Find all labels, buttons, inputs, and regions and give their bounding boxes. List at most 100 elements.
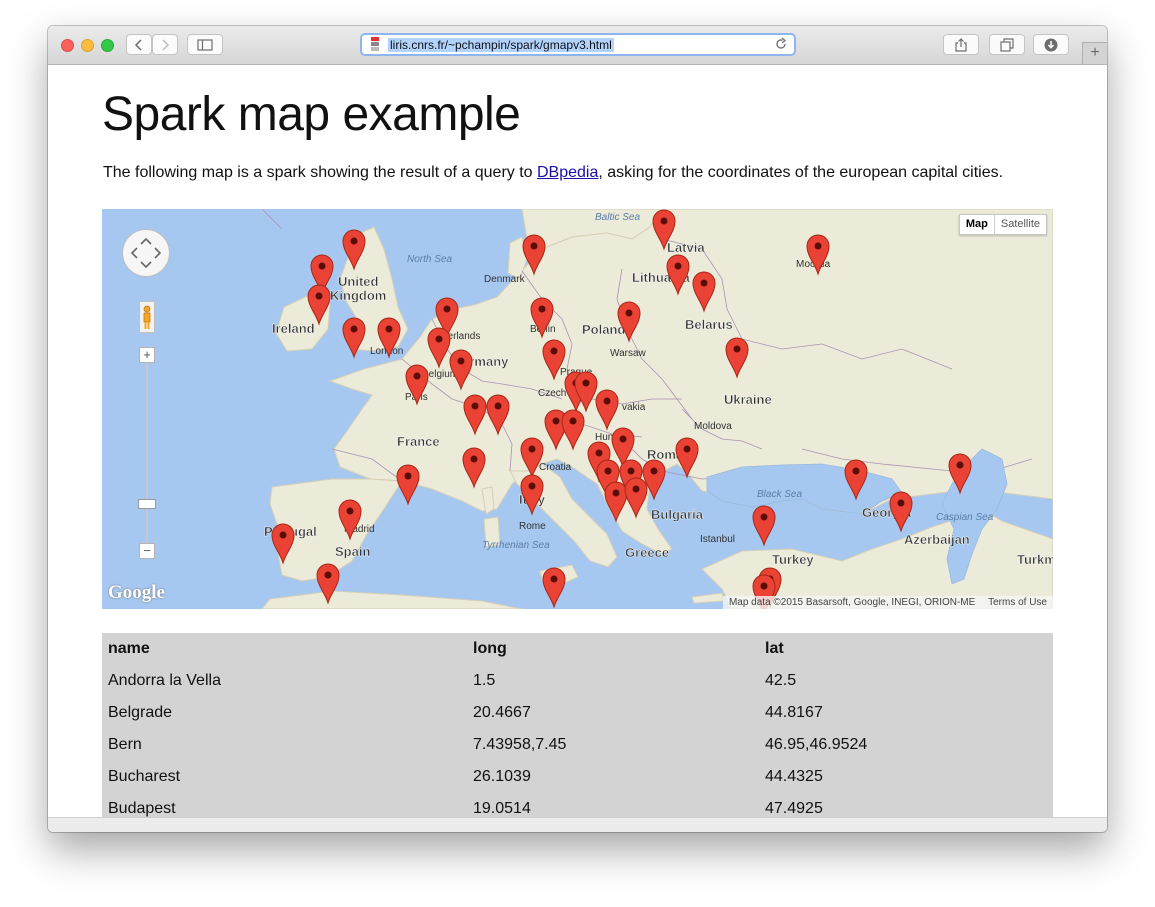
site-icon	[371, 37, 379, 51]
sidebar-toggle-button[interactable]	[187, 34, 223, 55]
street-view-pegman[interactable]	[139, 301, 155, 333]
browser-toolbar: liris.cnrs.fr/~pchampin/spark/gmapv3.htm…	[48, 26, 1107, 65]
map-label: France	[397, 434, 440, 449]
cell-long: 26.1039	[473, 768, 531, 785]
table-row: Budapest 19.0514 47.4925	[102, 793, 1053, 817]
cell-lat: 46.95,46.9524	[765, 736, 868, 753]
location-marker-icon[interactable]	[889, 491, 913, 533]
pegman-icon	[143, 305, 151, 329]
page-title: Spark map example	[102, 88, 521, 141]
horizontal-scrollbar[interactable]	[48, 817, 1107, 832]
table-header-row: name long lat	[102, 633, 1053, 665]
browser-window: liris.cnrs.fr/~pchampin/spark/gmapv3.htm…	[48, 26, 1107, 832]
pan-control[interactable]	[122, 229, 170, 277]
table-row: Bern 7.43958,7.45 46.95,46.9524	[102, 729, 1053, 761]
map-label: Turkey	[772, 552, 814, 567]
map-label: Kingdom	[330, 288, 386, 303]
share-button[interactable]	[943, 34, 979, 55]
url-text[interactable]: liris.cnrs.fr/~pchampin/spark/gmapv3.htm…	[388, 38, 614, 52]
zoom-window-button[interactable]	[101, 39, 114, 52]
map-label: Bulgaria	[651, 507, 704, 522]
share-icon	[955, 37, 967, 52]
reload-icon[interactable]	[774, 37, 788, 51]
map-label: Czech	[538, 388, 566, 399]
location-marker-icon[interactable]	[752, 505, 776, 547]
map-label: Baltic Sea	[595, 212, 640, 223]
chevron-left-icon	[134, 38, 142, 51]
google-logo: Google	[108, 582, 165, 603]
column-header-long: long	[473, 640, 507, 657]
map-view[interactable]: Baltic Sea Latvia North Sea Denmark Москва Li…	[102, 209, 1053, 609]
map-label: Ukraine	[724, 392, 772, 407]
chevron-right-icon	[162, 38, 170, 51]
intro-paragraph: The following map is a spark showing the…	[103, 164, 1003, 182]
download-icon	[1044, 38, 1058, 51]
dbpedia-link[interactable]: DBpedia	[537, 164, 598, 181]
pan-arrows-icon	[130, 237, 162, 269]
intro-text-after: , asking for the coordinates of the euro…	[598, 164, 1004, 181]
map-label: North Sea	[407, 254, 452, 265]
table-row: Bucharest 26.1039 44.4325	[102, 761, 1053, 793]
map-label: Azerbaijan	[904, 532, 970, 547]
close-window-button[interactable]	[61, 39, 74, 52]
zoom-track[interactable]	[146, 359, 148, 554]
map-label: Moldova	[694, 421, 732, 432]
map-label: vakia	[622, 402, 646, 413]
zoom-slider-handle[interactable]	[138, 499, 156, 509]
location-marker-icon[interactable]	[520, 474, 544, 516]
cell-name: Belgrade	[108, 704, 173, 721]
map-type-map-button[interactable]: Map	[960, 215, 995, 234]
intro-text-before: The following map is a spark showing the…	[103, 164, 537, 181]
column-header-lat: lat	[765, 640, 784, 657]
column-header-name: name	[108, 640, 150, 657]
cell-name: Bucharest	[108, 768, 181, 785]
map-label: Warsaw	[610, 348, 647, 359]
back-button[interactable]	[126, 34, 152, 55]
cell-lat: 42.5	[765, 672, 797, 689]
map-label: Greece	[625, 545, 669, 560]
new-tab-button[interactable]: +	[1082, 42, 1107, 64]
tabs-icon	[1000, 37, 1014, 52]
tabs-overview-button[interactable]	[989, 34, 1025, 55]
sidebar-icon	[197, 38, 213, 51]
address-bar[interactable]: liris.cnrs.fr/~pchampin/spark/gmapv3.htm…	[360, 33, 796, 56]
cell-lat: 44.4325	[765, 768, 823, 785]
cell-long: 20.4667	[473, 704, 531, 721]
table-body: Andorra la Vella 1.5 42.5 Belgrade 20.4667 44…	[102, 665, 1053, 817]
cell-name: Budapest	[108, 800, 176, 817]
map-label: Latvia	[667, 240, 705, 255]
map-label: Spain	[335, 544, 370, 559]
terms-of-use-link[interactable]: Terms of Use	[988, 597, 1047, 608]
map-label: Caspian Sea	[936, 512, 994, 523]
zoom-in-button[interactable]: +	[139, 347, 155, 363]
map-label: Croatia	[539, 462, 572, 473]
map-label: Belarus	[685, 317, 733, 332]
table-row: Andorra la Vella 1.5 42.5	[102, 665, 1053, 697]
minimize-window-button[interactable]	[81, 39, 94, 52]
location-marker-icon[interactable]	[396, 464, 420, 506]
map-label: United	[338, 274, 379, 289]
map-type-toggle[interactable]: Map Satellite	[958, 214, 1047, 235]
cell-long: 19.0514	[473, 800, 531, 817]
forward-button[interactable]	[152, 34, 178, 55]
map-type-satellite-button[interactable]: Satellite	[995, 215, 1046, 234]
cell-long: 1.5	[473, 672, 496, 689]
map-label: Turkm	[1017, 552, 1053, 567]
attribution-text: Map data ©2015 Basarsoft, Google, INEGI,…	[728, 597, 976, 608]
map-label: Tyrrhenian Sea	[482, 540, 550, 551]
map-attribution: Map data ©2015 Basarsoft, Google, INEGI,…	[722, 596, 1053, 609]
cell-name: Bern	[108, 736, 142, 753]
zoom-out-button[interactable]: −	[139, 543, 155, 559]
map-label: Rome	[519, 521, 546, 532]
map-label: Poland	[582, 322, 625, 337]
cell-name: Andorra la Vella	[108, 672, 221, 689]
page-content: Spark map example The following map is a…	[48, 65, 1107, 817]
downloads-button[interactable]	[1033, 34, 1069, 55]
location-marker-icon[interactable]	[342, 317, 366, 359]
location-marker-icon[interactable]	[542, 567, 566, 609]
map-label: Hun	[595, 432, 613, 443]
map-label: Black Sea	[757, 489, 802, 500]
cell-lat: 47.4925	[765, 800, 823, 817]
results-table: name long lat Andorra la Vella 1.5 42.5 Bel…	[102, 633, 1053, 817]
map-canvas[interactable]: Baltic SeaLatviaNorth SeaDenmarkМоскваLi…	[102, 209, 1053, 609]
